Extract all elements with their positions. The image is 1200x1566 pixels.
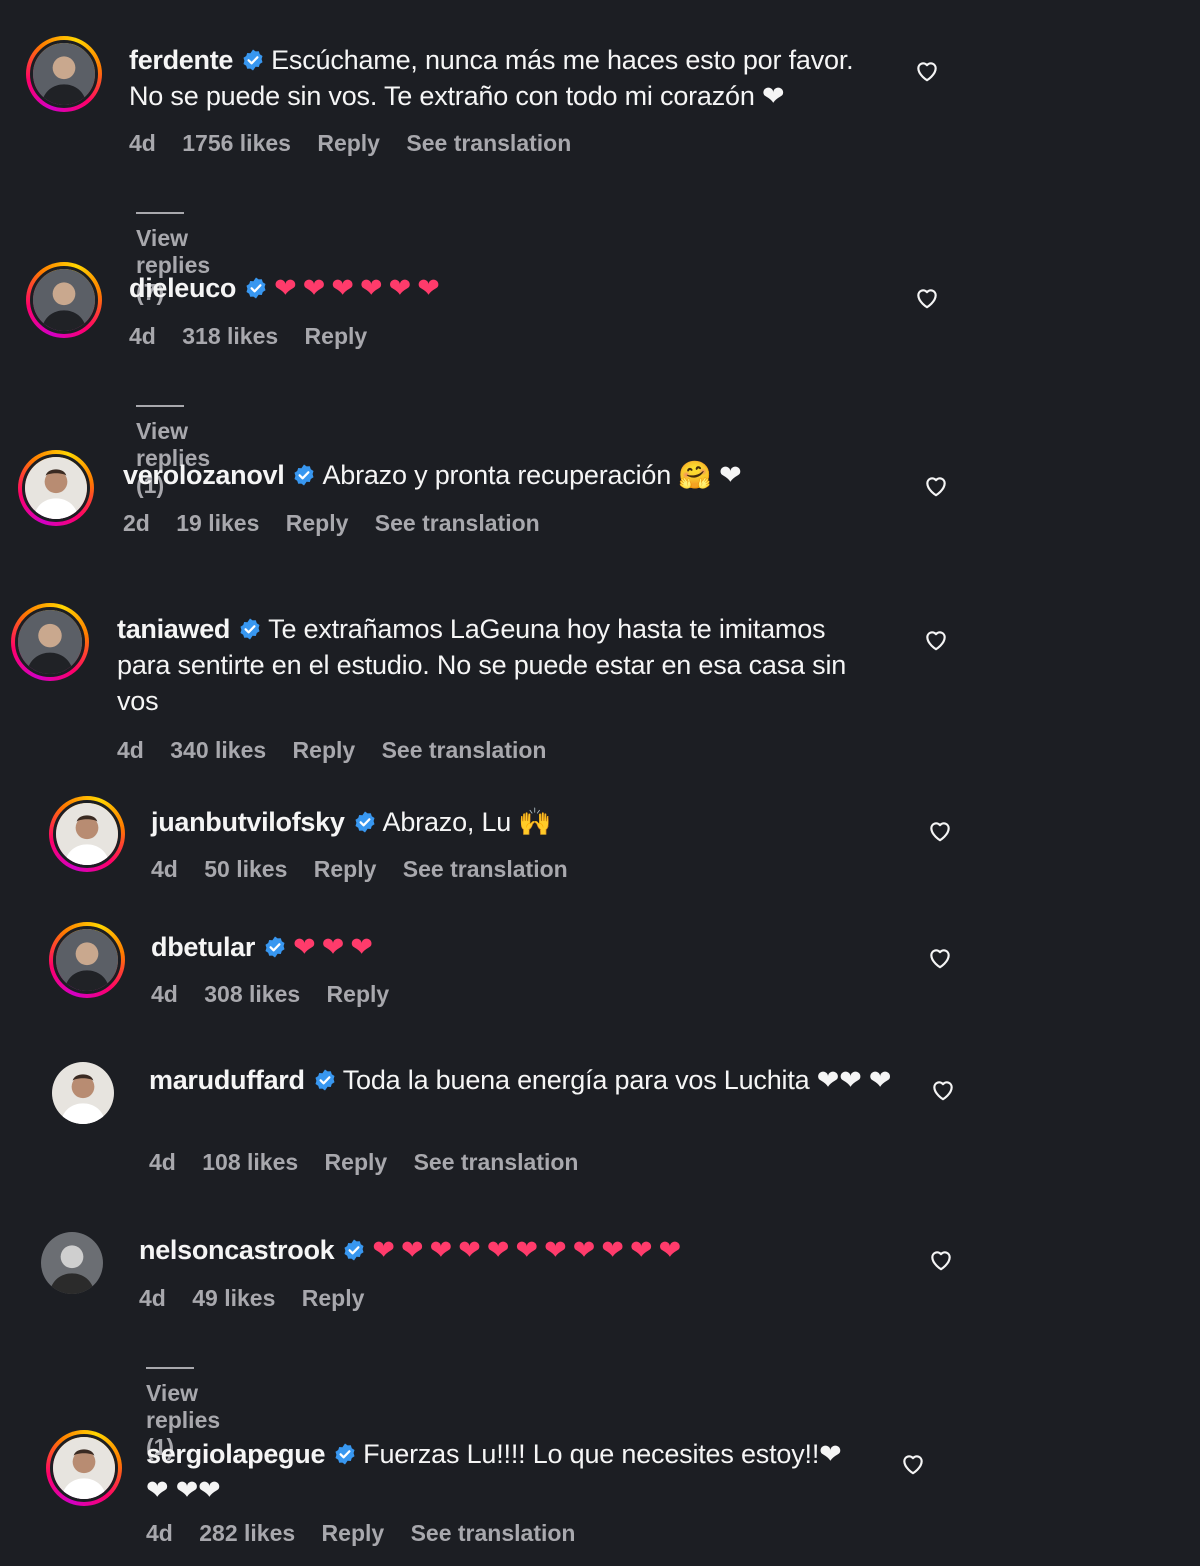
divider — [136, 404, 184, 407]
username[interactable]: verolozanovl — [123, 460, 285, 490]
reply-button[interactable]: Reply — [317, 130, 380, 156]
avatar-image — [33, 269, 95, 331]
likes-count[interactable]: 50 likes — [204, 856, 287, 882]
reply-button[interactable]: Reply — [327, 981, 390, 1007]
avatar[interactable] — [18, 450, 94, 526]
heart-outline-icon[interactable] — [927, 818, 953, 844]
username[interactable]: dieleuco — [129, 273, 236, 303]
verified-badge-icon — [238, 617, 262, 641]
avatar-image — [25, 457, 87, 519]
verified-badge-icon — [333, 1442, 357, 1466]
heart-outline-icon[interactable] — [923, 627, 949, 653]
comment-age: 4d — [139, 1285, 166, 1311]
heart-outline-icon[interactable] — [914, 285, 940, 311]
reply-button[interactable]: Reply — [322, 1520, 385, 1546]
heart-outline-icon[interactable] — [928, 1247, 954, 1273]
reply-button[interactable]: Reply — [325, 1149, 388, 1175]
comment-age: 4d — [146, 1520, 173, 1546]
reply-button[interactable]: Reply — [293, 737, 356, 763]
see-translation-button[interactable]: See translation — [406, 130, 571, 156]
avatar-image — [41, 1232, 103, 1294]
avatar-image — [52, 1062, 114, 1124]
avatar-image — [18, 610, 82, 674]
verified-badge-icon — [263, 935, 287, 959]
likes-count[interactable]: 19 likes — [176, 510, 259, 536]
heart-outline-icon[interactable] — [900, 1451, 926, 1477]
comment-text: Toda la buena energía para vos Luchita ❤… — [342, 1065, 892, 1095]
comment-text: ❤❤❤❤❤❤ — [274, 273, 446, 303]
avatar[interactable] — [26, 262, 102, 338]
comment-text: Abrazo, Lu 🙌 — [382, 807, 553, 837]
heart-outline-icon[interactable] — [914, 58, 940, 84]
comment-age: 4d — [151, 981, 178, 1007]
comment-age: 4d — [129, 130, 156, 156]
avatar-image — [56, 929, 118, 991]
likes-count[interactable]: 308 likes — [204, 981, 300, 1007]
avatar[interactable] — [49, 796, 125, 872]
comment-age: 4d — [117, 737, 144, 763]
comment-age: 4d — [129, 323, 156, 349]
reply-button[interactable]: Reply — [305, 323, 368, 349]
likes-count[interactable]: 318 likes — [182, 323, 278, 349]
reply-button[interactable]: Reply — [314, 856, 377, 882]
username[interactable]: sergiolapegue — [146, 1439, 325, 1469]
avatar-image — [53, 1437, 115, 1499]
comment-age: 2d — [123, 510, 150, 536]
verified-badge-icon — [353, 810, 377, 834]
comment-age: 4d — [149, 1149, 176, 1175]
avatar-image — [56, 803, 118, 865]
username[interactable]: ferdente — [129, 45, 233, 75]
comment-text: Escúchame, nunca más me haces esto por f… — [129, 45, 854, 111]
username[interactable]: taniawed — [117, 614, 230, 644]
comment-age: 4d — [151, 856, 178, 882]
username[interactable]: maruduffard — [149, 1065, 305, 1095]
avatar[interactable] — [49, 922, 125, 998]
heart-outline-icon[interactable] — [927, 945, 953, 971]
likes-count[interactable]: 108 likes — [202, 1149, 298, 1175]
divider — [136, 211, 184, 214]
username[interactable]: nelsoncastrook — [139, 1235, 335, 1265]
avatar[interactable] — [11, 603, 89, 681]
comment-text: ❤❤❤❤❤❤❤❤❤❤❤ — [372, 1235, 688, 1265]
see-translation-button[interactable]: See translation — [403, 856, 568, 882]
divider — [146, 1366, 194, 1369]
avatar[interactable] — [52, 1062, 114, 1124]
likes-count[interactable]: 49 likes — [192, 1285, 275, 1311]
see-translation-button[interactable]: See translation — [375, 510, 540, 536]
likes-count[interactable]: 1756 likes — [182, 130, 291, 156]
avatar[interactable] — [26, 36, 102, 112]
see-translation-button[interactable]: See translation — [411, 1520, 576, 1546]
avatar-image — [33, 43, 95, 105]
username[interactable]: juanbutvilofsky — [151, 807, 345, 837]
verified-badge-icon — [313, 1068, 337, 1092]
heart-outline-icon[interactable] — [930, 1077, 956, 1103]
verified-badge-icon — [241, 48, 265, 72]
heart-outline-icon[interactable] — [923, 473, 949, 499]
likes-count[interactable]: 282 likes — [199, 1520, 295, 1546]
verified-badge-icon — [342, 1238, 366, 1262]
reply-button[interactable]: Reply — [286, 510, 349, 536]
comment-text: ❤❤❤ — [293, 932, 379, 962]
likes-count[interactable]: 340 likes — [170, 737, 266, 763]
see-translation-button[interactable]: See translation — [414, 1149, 579, 1175]
verified-badge-icon — [292, 463, 316, 487]
username[interactable]: dbetular — [151, 932, 255, 962]
verified-badge-icon — [244, 276, 268, 300]
reply-button[interactable]: Reply — [302, 1285, 365, 1311]
comment-text: Abrazo y pronta recuperación 🤗 ❤ — [322, 460, 742, 490]
see-translation-button[interactable]: See translation — [382, 737, 547, 763]
avatar[interactable] — [41, 1232, 103, 1294]
avatar[interactable] — [46, 1430, 122, 1506]
